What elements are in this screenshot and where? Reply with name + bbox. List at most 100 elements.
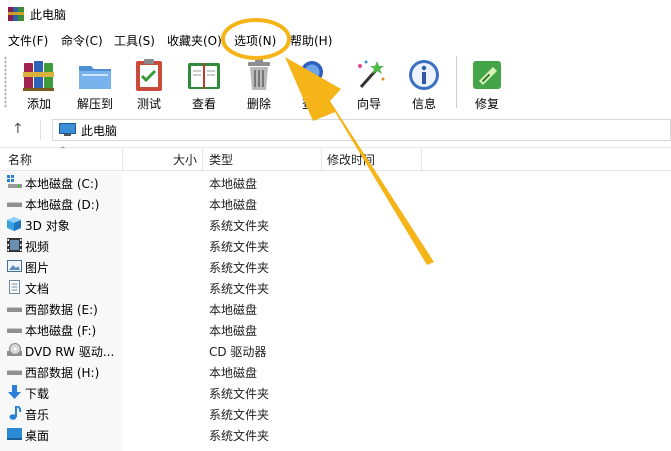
info-icon <box>409 60 439 90</box>
windows-drive-icon <box>7 175 22 188</box>
file-name: 下载 <box>25 387 50 401</box>
column-divider[interactable] <box>202 148 203 170</box>
desktop-icon <box>7 428 22 440</box>
list-item[interactable]: 视频 系统文件夹 <box>0 235 671 256</box>
file-name: 文档 <box>25 282 50 296</box>
menu-commands[interactable]: 命令(C) <box>61 32 103 49</box>
dvd-drive-icon <box>7 343 22 356</box>
list-item[interactable]: 桌面 系统文件夹 <box>0 424 671 445</box>
address-bar: ↑ 此电脑 <box>0 117 671 143</box>
video-icon <box>7 238 22 252</box>
column-divider[interactable] <box>321 148 322 170</box>
file-name: 西部数据 (H:) <box>25 366 100 380</box>
list-item[interactable]: 西部数据 (E:) 本地磁盘 <box>0 298 671 319</box>
file-type: CD 驱动器 <box>209 345 267 359</box>
file-type: 系统文件夹 <box>209 387 270 401</box>
file-type: 系统文件夹 <box>209 408 270 422</box>
list-item[interactable]: 文档 系统文件夹 <box>0 277 671 298</box>
address-field[interactable]: 此电脑 <box>52 119 671 141</box>
3d-objects-icon <box>7 217 21 231</box>
drive-icon <box>7 370 22 375</box>
drive-icon <box>7 202 22 207</box>
file-type: 系统文件夹 <box>209 240 270 254</box>
list-item[interactable]: DVD RW 驱动... CD 驱动器 <box>0 340 671 361</box>
wizard-button[interactable]: 向导 <box>341 54 397 112</box>
open-book-view-icon <box>188 63 220 89</box>
list-item[interactable]: 下载 系统文件夹 <box>0 382 671 403</box>
column-type[interactable]: 类型 <box>209 151 233 168</box>
trash-delete-icon <box>248 59 270 90</box>
repair-button[interactable]: 修复 <box>459 54 515 112</box>
file-type: 本地磁盘 <box>209 366 258 380</box>
up-arrow-icon[interactable]: ↑ <box>12 121 24 137</box>
clipboard-test-icon <box>136 59 162 91</box>
file-name: 本地磁盘 (C:) <box>25 177 99 191</box>
file-type: 系统文件夹 <box>209 282 270 296</box>
info-button[interactable]: 信息 <box>396 54 452 112</box>
folder-extract-icon <box>79 66 111 89</box>
add-label: 添加 <box>26 97 51 111</box>
menu-file[interactable]: 文件(F) <box>8 32 48 49</box>
this-pc-icon <box>59 123 76 136</box>
toolbar: 添加 解压到 测试 查看 删除 查找 向导 信息 修复 <box>0 52 671 114</box>
menu-help[interactable]: 帮助(H) <box>290 32 332 49</box>
file-type: 系统文件夹 <box>209 261 270 275</box>
list-item[interactable]: 图片 系统文件夹 <box>0 256 671 277</box>
title-bar: 此电脑 <box>0 0 671 28</box>
address-path: 此电脑 <box>81 124 118 138</box>
download-icon <box>8 385 21 399</box>
file-type: 本地磁盘 <box>209 324 258 338</box>
column-headers: ⌃ 名称 大小 类型 修改时间 <box>0 146 671 171</box>
list-item[interactable]: 本地磁盘 (F:) 本地磁盘 <box>0 319 671 340</box>
file-type: 本地磁盘 <box>209 177 258 191</box>
find-button[interactable]: 查找 <box>286 54 342 112</box>
first-aid-repair-icon <box>473 61 501 89</box>
sort-ascending-icon: ⌃ <box>59 146 67 156</box>
file-type: 本地磁盘 <box>209 303 258 317</box>
list-item[interactable]: 3D 对象 系统文件夹 <box>0 214 671 235</box>
drive-icon <box>7 328 22 333</box>
magnifier-find-icon <box>301 61 330 91</box>
add-button[interactable]: 添加 <box>11 54 67 112</box>
list-item[interactable]: 本地磁盘 (C:) 本地磁盘 <box>0 172 671 193</box>
file-name: 桌面 <box>25 429 50 443</box>
column-modified[interactable]: 修改时间 <box>327 151 375 168</box>
menu-bar: 文件(F) 命令(C) 工具(S) 收藏夹(O) 选项(N) 帮助(H) <box>0 30 671 50</box>
menu-options[interactable]: 选项(N) <box>234 32 276 49</box>
winrar-app-icon <box>8 7 24 21</box>
file-name: 西部数据 (E:) <box>25 303 98 317</box>
pictures-icon <box>7 260 22 272</box>
window-title: 此电脑 <box>30 8 67 22</box>
menu-tools[interactable]: 工具(S) <box>114 32 155 49</box>
file-name: 图片 <box>25 261 50 275</box>
column-name[interactable]: 名称 <box>8 151 32 168</box>
list-item[interactable]: 本地磁盘 (D:) 本地磁盘 <box>0 193 671 214</box>
file-name: 音乐 <box>25 408 50 422</box>
view-button[interactable]: 查看 <box>176 54 232 112</box>
address-separator <box>40 120 41 140</box>
file-name: 视频 <box>25 240 50 254</box>
column-size[interactable]: 大小 <box>173 151 197 168</box>
file-name: 3D 对象 <box>25 219 70 233</box>
column-divider[interactable] <box>122 148 123 170</box>
column-divider[interactable] <box>421 148 422 170</box>
test-button[interactable]: 测试 <box>121 54 177 112</box>
document-icon <box>9 280 20 294</box>
file-type: 系统文件夹 <box>209 219 270 233</box>
file-type: 系统文件夹 <box>209 429 270 443</box>
music-icon <box>9 406 22 420</box>
list-item[interactable]: 西部数据 (H:) 本地磁盘 <box>0 361 671 382</box>
file-name: 本地磁盘 (F:) <box>25 324 97 338</box>
info-label: 信息 <box>411 97 436 111</box>
file-name: 本地磁盘 (D:) <box>25 198 100 212</box>
list-item[interactable]: 音乐 系统文件夹 <box>0 403 671 424</box>
repair-label: 修复 <box>474 97 499 111</box>
books-add-icon <box>23 61 54 91</box>
menu-favorites[interactable]: 收藏夹(O) <box>167 32 222 49</box>
extract-to-button[interactable]: 解压到 <box>67 54 123 112</box>
delete-button[interactable]: 删除 <box>231 54 287 112</box>
file-name: DVD RW 驱动... <box>25 345 115 359</box>
drive-icon <box>7 307 22 312</box>
magic-wand-wizard-icon <box>358 60 385 88</box>
file-type: 本地磁盘 <box>209 198 258 212</box>
